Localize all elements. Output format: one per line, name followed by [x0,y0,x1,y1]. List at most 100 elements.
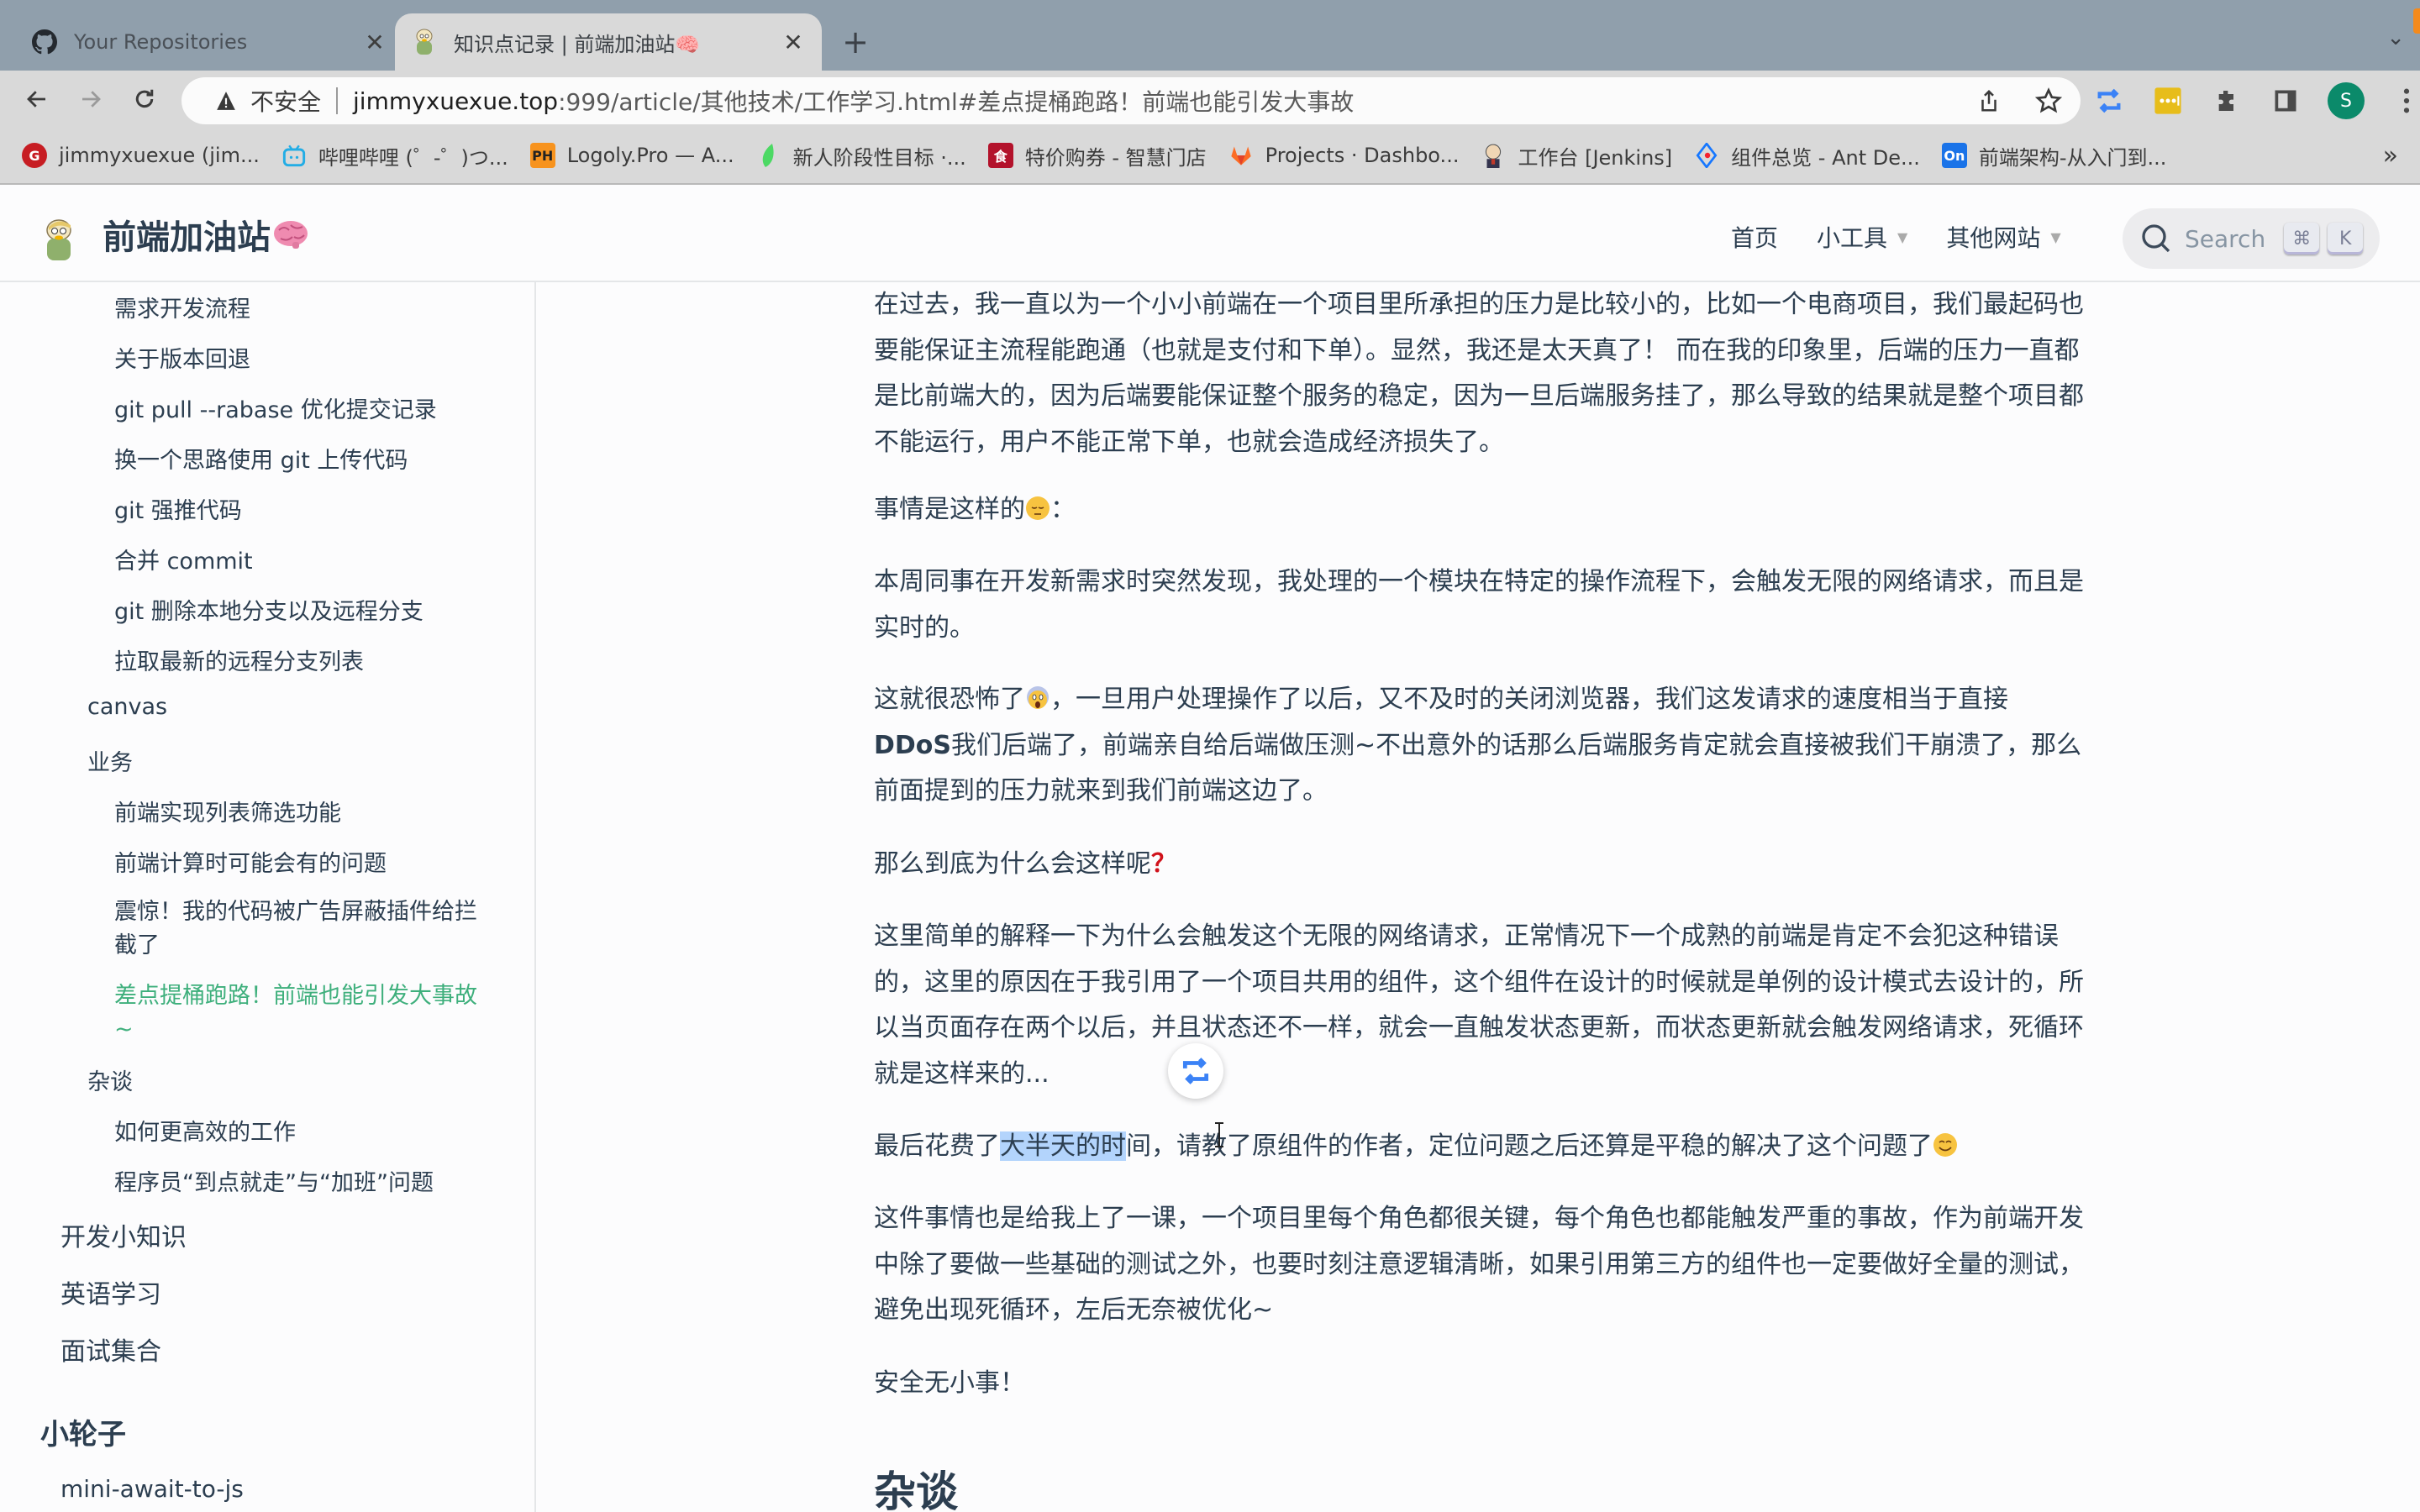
bookmark-star-icon[interactable] [2035,87,2062,114]
bookmark-item[interactable]: 组件总览 - Ant De... [1694,141,1920,171]
sidebar-item[interactable]: 前端实现列表筛选功能 [114,795,341,827]
jenkins-icon [1481,143,1506,168]
site-title-text: 前端加油站 [103,218,271,257]
back-button[interactable] [18,81,55,118]
sync-arrows-icon [1182,1058,1209,1084]
sidebar: 需求开发流程 关于版本回退 git pull --rabase 优化提交记录 换一个思… [0,282,536,1512]
tab-active-article[interactable]: 知识点记录 | 前端加油站🧠 ✕ [395,13,822,71]
security-label[interactable]: 不安全 [250,84,321,118]
sidebar-item[interactable]: 开发小知识 [60,1216,187,1253]
store-icon: 食 [987,143,1013,168]
caret-down-icon: ▼ [1897,228,1908,245]
nav-other-sites-label: 其他网站 [1946,224,2041,252]
bookmark-item[interactable]: 新人阶段性目标 ·... [756,141,966,171]
brain-emoji-icon [274,221,308,249]
article-paragraph: 那么到底为什么会这样呢？ [874,842,2084,888]
antd-icon [1694,143,1719,168]
nav-tools-dropdown[interactable]: 小工具 ▼ [1817,220,1907,254]
warning-icon[interactable] [215,90,237,112]
side-panel-icon[interactable] [2269,84,2302,118]
bookmark-item[interactable]: Projects · Dashbo... [1228,143,1460,168]
browser-tabstrip: Your Repositories ✕ 知识点记录 | 前端加油站🧠 ✕ + ⌄ [0,0,2420,71]
sidebar-item[interactable]: 如何更高效的工作 [114,1114,296,1147]
sidebar-item[interactable]: 程序员“到点就走”与“加班”问题 [114,1164,434,1197]
arrow-left-icon [27,91,45,108]
bookmark-item[interactable]: 工作台 [Jenkins] [1481,141,1672,171]
sidebar-item[interactable]: canvas [87,694,167,720]
bookmark-label: Projects · Dashbo... [1265,144,1460,167]
bookmark-label: 工作台 [Jenkins] [1518,145,1673,170]
sidebar-item[interactable]: 杂谈 [87,1063,133,1096]
sidebar-item[interactable]: git pull --rabase 优化提交记录 [114,391,437,424]
sidebar-item[interactable]: git 删除本地分支以及远程分支 [114,593,424,626]
search-placeholder: Search [2185,224,2266,253]
new-tab-button[interactable]: + [839,24,872,60]
sidebar-item[interactable]: 拉取最新的远程分支列表 [114,643,364,676]
github-icon [30,28,59,56]
bookmark-item[interactable]: PH Logoly.Pro — A... [529,143,734,168]
sidebar-item-active[interactable]: 差点提桶跑路！前端也能引发大事故~ [114,979,492,1047]
bookmark-item[interactable]: 食特价购券 - 智慧门店 [987,141,1207,171]
sidebar-item[interactable]: 合并 commit [114,543,253,575]
sidebar-item[interactable]: 震惊！我的代码被广告屏蔽插件给拦截了 [114,895,492,963]
search-button[interactable]: Search ⌘ K [2123,208,2380,269]
sync-extension-icon[interactable] [2092,84,2126,118]
share-icon[interactable] [1976,88,2002,113]
tab-your-repositories[interactable]: Your Repositories ✕ [15,13,403,71]
sidebar-item[interactable]: 前端计算时可能会有的问题 [114,845,387,878]
site-title[interactable]: 前端加油站 [103,210,309,259]
nav-other-sites-dropdown[interactable]: 其他网站 ▼ [1946,220,2060,254]
close-icon[interactable]: ✕ [776,25,810,59]
puzzle-extensions-icon[interactable] [2210,84,2244,118]
window-indicator [2413,8,2420,34]
bookmark-item[interactable]: Gjimmyxuexue (jim... [22,143,260,168]
more-menu-icon[interactable] [2390,84,2420,118]
url-host: jimmyxuexue.top [353,87,559,115]
bookmark-label: 特价购券 - 智慧门店 [1024,145,1207,170]
divider [336,87,339,114]
arrow-right-icon [82,91,101,108]
sidebar-item[interactable]: mini-await-to-js [60,1475,244,1503]
password-manager-extension-icon[interactable] [2151,84,2185,118]
sidebar-item[interactable]: 需求开发流程 [114,291,250,323]
reload-button[interactable] [126,81,163,118]
scream-face-emoji-icon [1027,686,1049,709]
paragraph-text: 那么到底为什么会这样呢 [874,849,1151,879]
sidebar-group-title[interactable]: 小轮子 [40,1411,126,1452]
bookmarks-bar: Gjimmyxuexue (jim... 哔哩哔哩 (゜-゜)つ... PH Logo… [0,128,2420,185]
bookmark-label: 前端架构-从入门到... [1978,145,2167,170]
nav-home[interactable]: 首页 [1731,220,1778,254]
top-nav: 首页 小工具 ▼ 其他网站 ▼ [1731,220,2100,254]
article-paragraph: 这里简单的解释一下为什么会触发这个无限的网络请求，正常情况下一个成熟的前端是肯定… [874,921,2084,1089]
site-logo-mascot-icon[interactable] [42,217,76,262]
paragraph-text: ： [1050,495,1076,524]
nav-tools-label: 小工具 [1817,224,1888,252]
floating-sync-button[interactable] [1168,1043,1223,1099]
sidebar-item[interactable]: 面试集合 [60,1331,161,1368]
site-header: 前端加油站 首页 小工具 ▼ 其他网站 ▼ Search ⌘ K [0,186,2420,282]
close-icon[interactable]: ✕ [358,25,392,59]
site-mascot-icon [410,28,439,56]
article-paragraph: 在过去，我一直以为一个小小前端在一个项目里所承担的压力是比较小的，比如一个电商项… [874,290,2084,457]
k-key-badge: K [2328,223,2364,255]
bookmark-item[interactable]: On 前端架构-从入门到... [1941,141,2167,171]
caret-down-icon: ▼ [2050,228,2061,245]
bookmark-item[interactable]: 哔哩哔哩 (゜-゜)つ... [281,141,508,171]
forward-button[interactable] [72,81,109,118]
text-selection-highlight: 大半天的时 [1000,1131,1126,1161]
address-bar[interactable]: 不安全 jimmyxuexue.top :999/article/其他技术/工作… [182,77,2081,124]
sidebar-item[interactable]: 换一个思路使用 git 上传代码 [114,442,408,475]
sidebar-item[interactable]: git 强推代码 [114,492,242,525]
article-paragraph: 本周同事在开发新需求时突然发现，我处理的一个模块在特定的操作流程下，会触发无限的… [874,567,2084,643]
sidebar-item[interactable]: 英语学习 [60,1273,161,1310]
tab-search-chevron-icon[interactable]: ⌄ [2386,25,2405,50]
search-icon [2142,224,2170,253]
bilibili-icon [281,143,307,168]
sidebar-item[interactable]: 业务 [87,744,133,777]
article-paragraph: 这件事情也是给我上了一课，一个项目里每个角色都很关键，每个角色也都能触发严重的事… [874,1204,2084,1325]
sidebar-item[interactable]: 关于版本回退 [114,341,250,374]
profile-avatar[interactable]: S [2328,82,2365,119]
section-heading: 杂谈 [874,1467,958,1512]
browser-toolbar: 不安全 jimmyxuexue.top :999/article/其他技术/工作… [0,71,2420,128]
bookmarks-overflow-button[interactable]: » [2383,141,2398,171]
